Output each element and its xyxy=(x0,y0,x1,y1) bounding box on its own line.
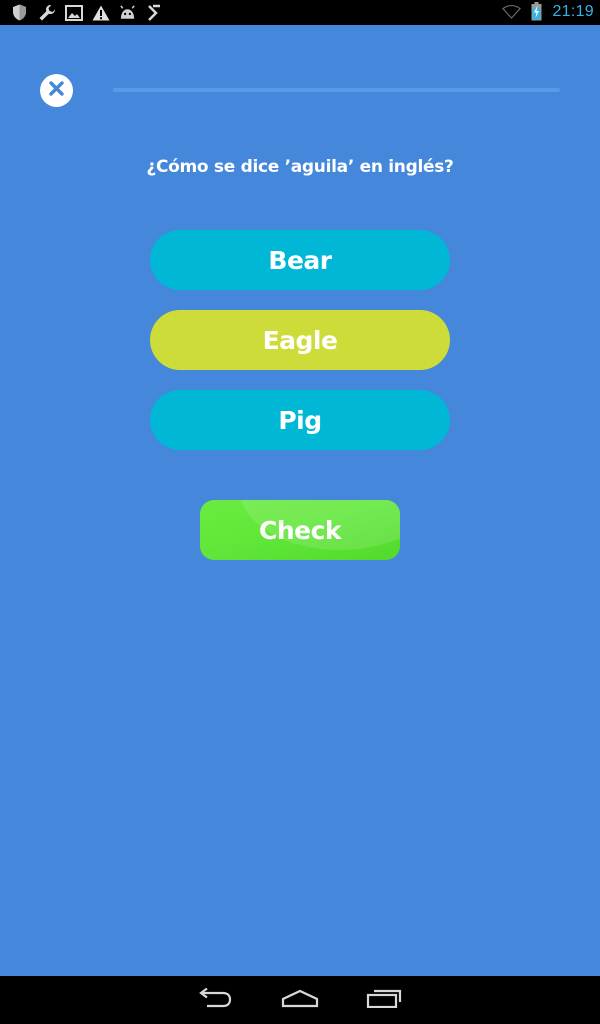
close-lesson-button[interactable] xyxy=(40,74,73,107)
notification-icons xyxy=(10,3,164,22)
status-clock: 21:19 xyxy=(552,2,594,20)
answer-option-label: Bear xyxy=(268,245,332,275)
back-button[interactable] xyxy=(195,986,235,1014)
lesson-progress-bar xyxy=(113,88,560,92)
lesson-screen: 21:19 ¿Cómo se dice ’aguila’ en inglés? … xyxy=(0,0,600,1024)
question-text: ¿Cómo se dice ’aguila’ en inglés? xyxy=(146,157,454,177)
answer-option-label: Eagle xyxy=(262,325,338,355)
answer-option-bear[interactable]: Bear xyxy=(150,230,450,290)
warning-icon xyxy=(91,3,110,22)
answer-option-eagle[interactable]: Eagle xyxy=(150,310,450,370)
close-icon xyxy=(48,80,65,101)
shield-icon xyxy=(10,3,29,22)
back-icon xyxy=(197,987,233,1012)
wrench-icon xyxy=(37,3,56,22)
check-button-label: Check xyxy=(258,515,342,545)
recents-icon xyxy=(366,988,402,1012)
navigation-bar xyxy=(0,976,600,1024)
download-icon xyxy=(145,3,164,22)
answer-option-label: Pig xyxy=(278,405,322,435)
recents-button[interactable] xyxy=(364,986,404,1014)
home-button[interactable] xyxy=(280,986,320,1014)
system-icons: 21:19 xyxy=(502,2,594,21)
status-bar: 21:19 xyxy=(0,0,600,25)
home-icon xyxy=(281,988,319,1012)
check-button[interactable]: Check xyxy=(200,500,400,560)
battery-charging-icon xyxy=(527,2,546,21)
answer-option-pig[interactable]: Pig xyxy=(150,390,450,450)
wifi-icon xyxy=(502,2,522,21)
android-icon xyxy=(118,3,137,22)
image-icon xyxy=(64,3,83,22)
